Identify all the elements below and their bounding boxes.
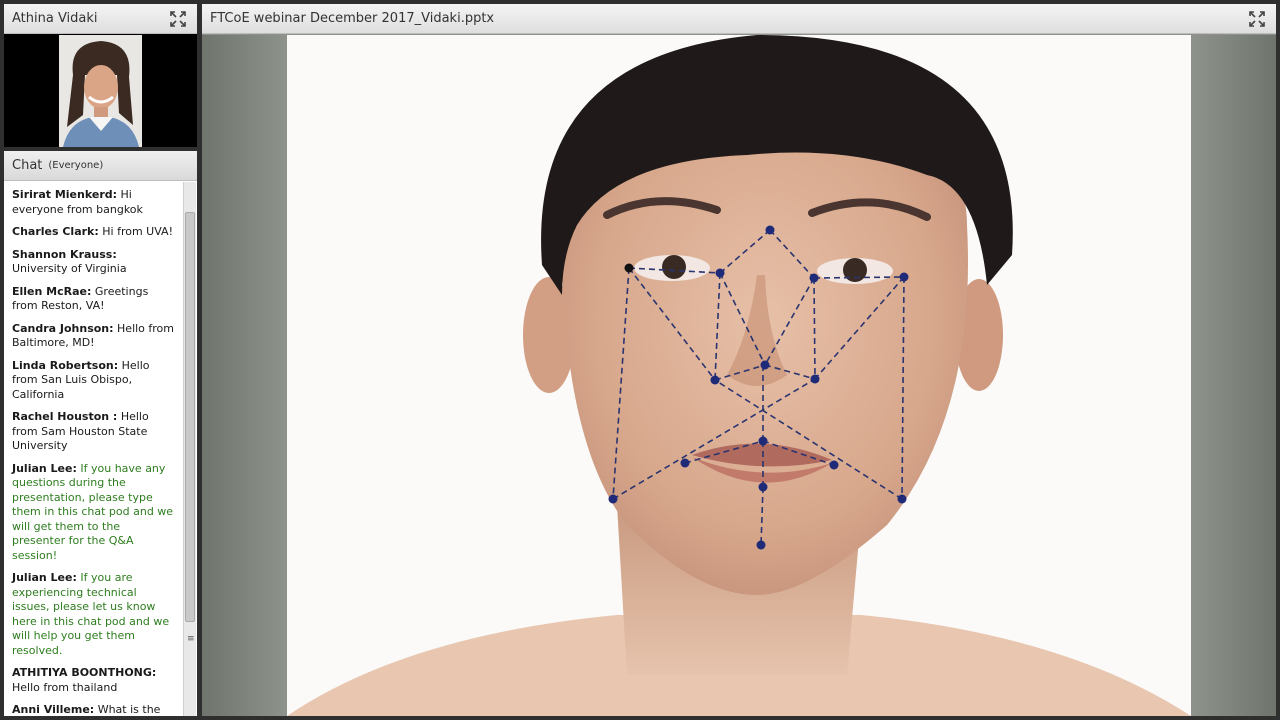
- chat-message: Anni Villeme: What is the passcode for t…: [12, 703, 175, 716]
- chat-scroll-thumb[interactable]: [185, 212, 195, 622]
- shared-content-area: [202, 35, 1276, 716]
- chat-message: ATHITIYA BOONTHONG: Hello from thailand: [12, 666, 175, 695]
- expand-arrows-icon: [170, 11, 186, 27]
- camera-pod: Athina Vidaki: [4, 4, 197, 147]
- chat-message-sender: Julian Lee:: [12, 461, 77, 475]
- chat-message-text: Hi from UVA!: [98, 225, 173, 238]
- expand-arrows-icon: [1249, 11, 1265, 27]
- chat-message-sender: Ellen McRae:: [12, 284, 92, 298]
- chat-message-text: University of Virginia: [12, 262, 127, 275]
- chat-audience[interactable]: (Everyone): [48, 160, 103, 171]
- chat-message: Julian Lee: If you have any questions du…: [12, 462, 175, 564]
- share-pod-header: FTCoE webinar December 2017_Vidaki.pptx: [202, 4, 1276, 34]
- chat-message: Linda Robertson: Hello from San Luis Obi…: [12, 359, 175, 403]
- face-landmark-image: [287, 35, 1191, 716]
- chat-message-sender: Rachel Houston :: [12, 410, 118, 423]
- chat-message-sender: ATHITIYA BOONTHONG:: [12, 666, 157, 679]
- chat-message-sender: Julian Lee:: [12, 571, 77, 584]
- camera-pod-title: Athina Vidaki: [12, 11, 98, 26]
- presentation-slide: [287, 35, 1191, 716]
- chat-message-text: Hello from thailand: [12, 680, 118, 694]
- chat-message-sender: Anni Villeme:: [12, 703, 95, 716]
- chat-message: Ellen McRae: Greetings from Reston, VA!: [12, 285, 175, 314]
- chat-message-text: If you have any questions during the pre…: [12, 461, 174, 562]
- chat-message-sender: Charles Clark:: [12, 225, 99, 238]
- share-pod-title: FTCoE webinar December 2017_Vidaki.pptx: [210, 11, 495, 26]
- camera-pod-header: Athina Vidaki: [4, 4, 197, 34]
- chat-message-list[interactable]: Sirirat Mienkerd: Hi everyone from bangk…: [4, 182, 183, 716]
- chat-message-sender: Shannon Krauss:: [12, 247, 117, 261]
- chat-message-sender: Sirirat Mienkerd:: [12, 188, 118, 201]
- grip-lines-icon: ≡: [187, 634, 195, 644]
- chat-title: Chat: [12, 158, 43, 173]
- chat-pod-header: Chat (Everyone): [4, 151, 197, 181]
- share-fullscreen-button[interactable]: [1248, 10, 1266, 28]
- chat-message-sender: Candra Johnson:: [12, 321, 114, 335]
- chat-message: Sirirat Mienkerd: Hi everyone from bangk…: [12, 188, 175, 217]
- chat-pod: Chat (Everyone) Sirirat Mienkerd: Hi eve…: [4, 151, 197, 716]
- chat-message: Candra Johnson: Hello from Baltimore, MD…: [12, 322, 175, 351]
- share-pod: FTCoE webinar December 2017_Vidaki.pptx: [202, 4, 1276, 716]
- webcam-video: [4, 35, 197, 147]
- chat-message: Rachel Houston : Hello from Sam Houston …: [12, 410, 175, 454]
- presenter-portrait: [59, 35, 142, 147]
- chat-scrollbar[interactable]: ≡: [183, 182, 196, 716]
- chat-message: Julian Lee: If you are experiencing tech…: [12, 571, 175, 658]
- chat-message-sender: Linda Robertson:: [12, 358, 119, 372]
- camera-fullscreen-button[interactable]: [169, 10, 187, 28]
- chat-message: Shannon Krauss: University of Virginia: [12, 248, 175, 277]
- chat-message: Charles Clark: Hi from UVA!: [12, 225, 175, 240]
